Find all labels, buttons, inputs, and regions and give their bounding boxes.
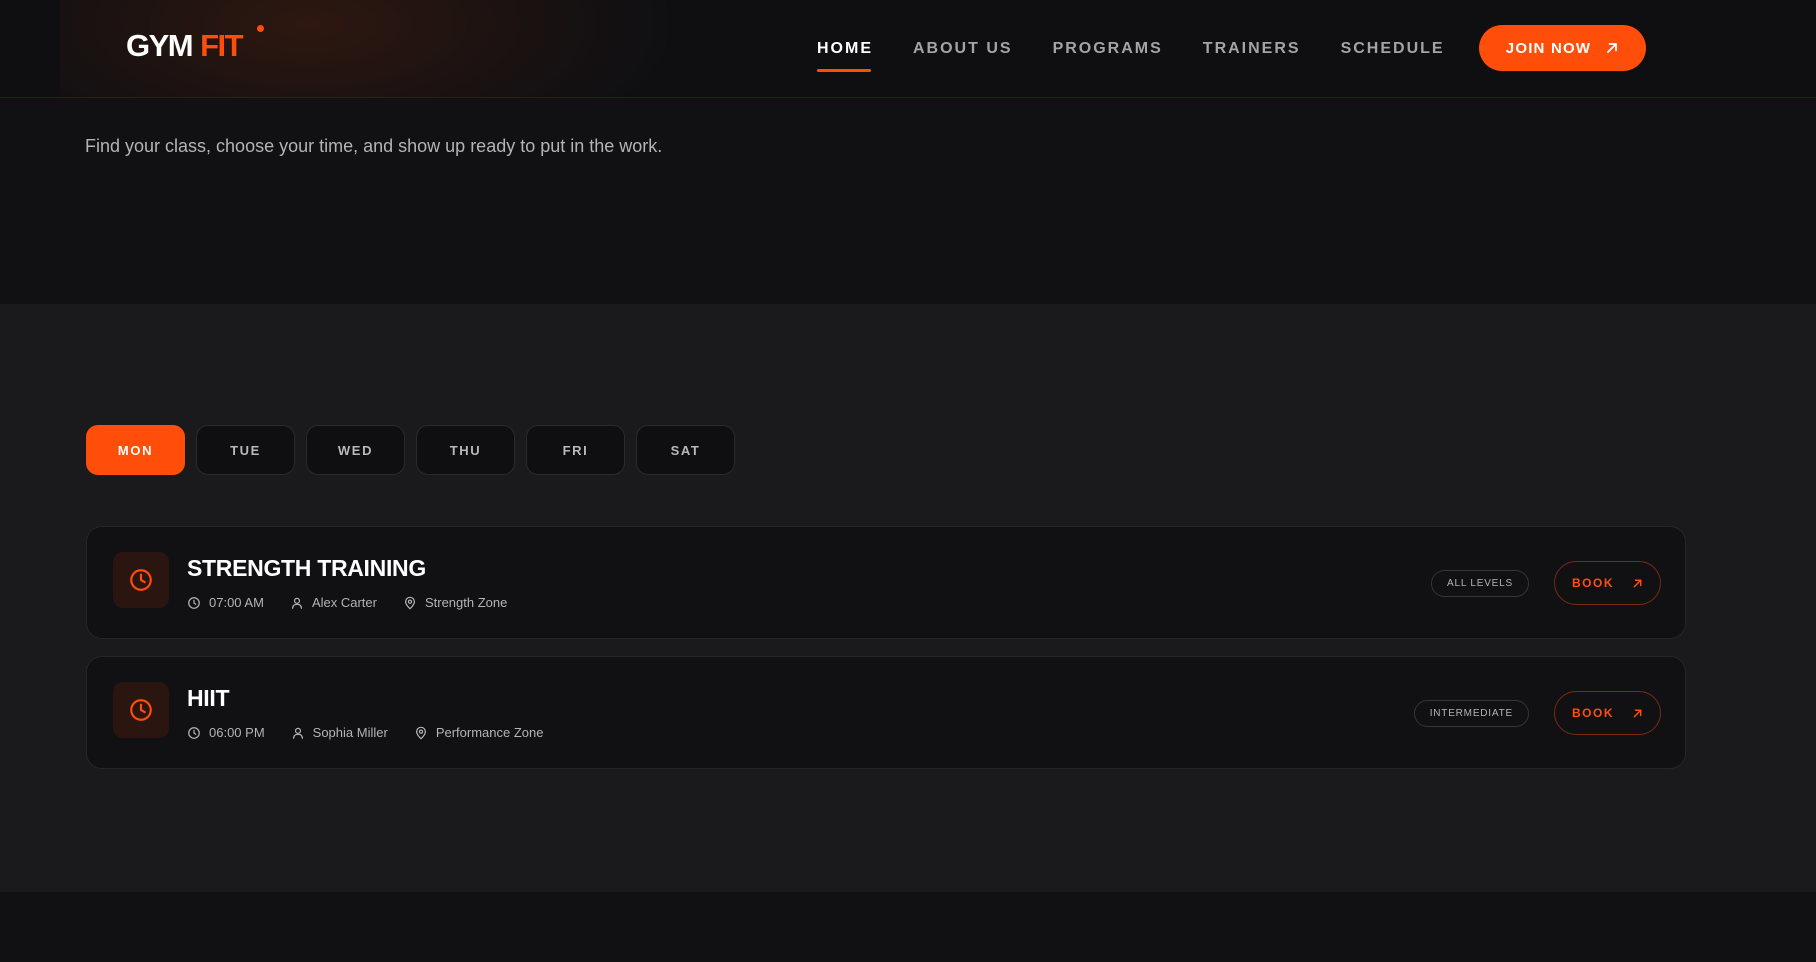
nav-item-programs[interactable]: PROGRAMS [1053, 40, 1163, 58]
class-time: 07:00 AM [187, 595, 264, 610]
day-tab-sat[interactable]: SAT [636, 425, 735, 475]
nav-item-trainers[interactable]: TRAINERS [1203, 40, 1301, 58]
day-tab-fri[interactable]: FRI [526, 425, 625, 475]
footer-strip [0, 892, 1816, 962]
site-header: GYM FIT HOME ABOUT US PROGRAMS TRAINERS … [0, 0, 1816, 98]
clock-icon [130, 699, 152, 721]
class-meta: 07:00 AM Alex Carter Strength Zone [187, 595, 507, 610]
book-label: BOOK [1572, 706, 1614, 720]
day-tab-tue[interactable]: TUE [196, 425, 295, 475]
schedule-section: MON TUE WED THU FRI SAT STRENGTH TRAININ… [0, 304, 1816, 892]
class-title: STRENGTH TRAINING [187, 555, 426, 581]
class-time-text: 07:00 AM [209, 595, 264, 610]
class-trainer-text: Alex Carter [311, 595, 377, 610]
class-time: 06:00 PM [187, 725, 265, 740]
main-nav: HOME ABOUT US PROGRAMS TRAINERS SCHEDULE [817, 0, 1445, 97]
class-location: Strength Zone [403, 595, 507, 610]
clock-icon [188, 726, 200, 739]
class-trainer-text: Sophia Miller [312, 725, 388, 740]
arrow-up-right-icon [1633, 709, 1642, 717]
book-button[interactable]: BOOK [1554, 561, 1661, 605]
logo-text-fit: FIT [200, 28, 244, 63]
class-meta: 06:00 PM Sophia Miller Performance Zone [187, 725, 543, 740]
hero-section: Find your class, choose your time, and s… [0, 99, 1816, 304]
class-time-text: 06:00 PM [209, 725, 265, 740]
class-list: STRENGTH TRAINING 07:00 AM Alex Carter S… [86, 526, 1686, 769]
class-location-text: Performance Zone [435, 725, 544, 740]
map-pin-icon [415, 726, 426, 739]
level-badge: ALL LEVELS [1430, 570, 1529, 597]
book-label: BOOK [1572, 576, 1614, 590]
map-pin-icon [404, 596, 415, 609]
nav-item-schedule[interactable]: SCHEDULE [1341, 40, 1445, 58]
join-now-label: JOIN NOW [1505, 39, 1592, 57]
class-icon-box [113, 552, 169, 608]
day-tabs: MON TUE WED THU FRI SAT [86, 425, 735, 475]
nav-item-about-us[interactable]: ABOUT US [913, 40, 1013, 58]
logo[interactable]: GYM FIT [126, 25, 264, 64]
nav-item-home[interactable]: HOME [817, 40, 873, 72]
level-badge: INTERMEDIATE [1413, 700, 1529, 727]
class-title: HIIT [187, 685, 230, 711]
join-now-button[interactable]: JOIN NOW [1479, 25, 1646, 71]
class-location: Performance Zone [414, 725, 544, 740]
arrow-up-right-icon [1607, 43, 1618, 53]
day-tab-thu[interactable]: THU [416, 425, 515, 475]
logo-text-gym: GYM [126, 28, 194, 63]
arrow-up-right-icon [1633, 579, 1642, 587]
class-icon-box [113, 682, 169, 738]
logo-dot [257, 25, 264, 32]
user-icon [292, 727, 303, 739]
class-card: STRENGTH TRAINING 07:00 AM Alex Carter S… [86, 526, 1686, 639]
user-icon [291, 597, 302, 609]
clock-icon [130, 569, 152, 591]
clock-icon [188, 596, 200, 609]
class-trainer: Alex Carter [290, 595, 377, 610]
day-tab-mon[interactable]: MON [86, 425, 185, 475]
class-trainer: Sophia Miller [291, 725, 388, 740]
hero-subtitle: Find your class, choose your time, and s… [85, 136, 663, 156]
class-card: HIIT 06:00 PM Sophia Miller Performance … [86, 656, 1686, 769]
day-tab-wed[interactable]: WED [306, 425, 405, 475]
book-button[interactable]: BOOK [1554, 691, 1661, 735]
class-location-text: Strength Zone [424, 595, 508, 610]
